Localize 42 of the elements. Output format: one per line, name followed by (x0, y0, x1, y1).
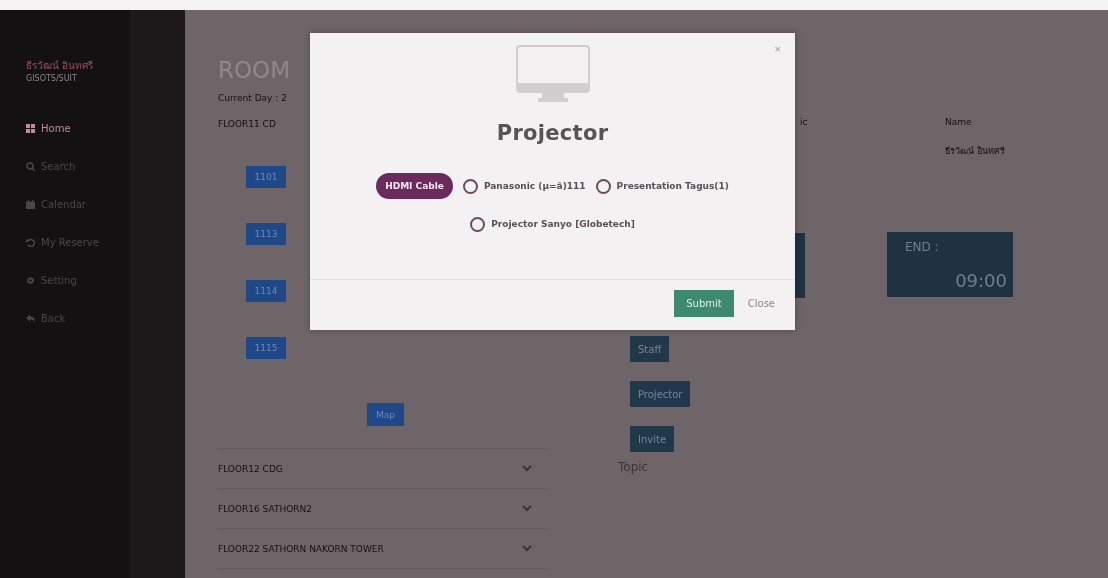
radio-option[interactable]: Presentation Tagus(1) (595, 173, 729, 199)
floor-label: FLOOR12 CDG (218, 463, 283, 474)
room-button[interactable]: 1114 (246, 280, 286, 302)
floor-row[interactable]: FLOOR12 CDG (218, 449, 548, 489)
reply-icon (26, 313, 35, 323)
end-time: 09:00 (955, 270, 1007, 291)
chevron-down-icon (522, 545, 532, 552)
radio-option[interactable]: Projector Sanyo [Globetech] (470, 211, 635, 237)
column-header: Name (945, 116, 972, 128)
room-button[interactable]: 1101 (246, 166, 286, 188)
user-name: ธีรวัฒน์ อินทศรี (26, 59, 95, 73)
room-button[interactable]: 1113 (246, 223, 286, 245)
chevron-down-icon (522, 505, 532, 512)
column-header: ic (800, 116, 808, 128)
current-day: Current Day : 2 (218, 92, 287, 104)
name-value: ธีรวัฒน์ อินทศรี (945, 145, 1005, 158)
user-group: GISOTS/SUIT (26, 74, 130, 83)
room-button[interactable]: 1115 (246, 337, 286, 359)
map-button[interactable]: Map (367, 403, 404, 426)
close-button[interactable]: Close (747, 298, 775, 309)
search-icon (26, 161, 35, 171)
gear-icon (26, 275, 35, 285)
submit-button[interactable]: Submit (674, 290, 734, 317)
close-button[interactable]: × (774, 43, 781, 55)
action-button[interactable]: Staff (630, 336, 670, 362)
floor-header[interactable]: FLOOR11 CD (218, 118, 276, 130)
history-icon (26, 237, 35, 247)
floor-label: FLOOR16 SATHORN2 (218, 503, 312, 514)
end-label: END : (905, 240, 940, 254)
modal-title: Projector (496, 121, 609, 145)
grid-icon (26, 123, 35, 133)
chevron-down-icon (522, 465, 532, 472)
floor-label: FLOOR22 SATHORN NAKORN TOWER (218, 543, 384, 554)
action-button[interactable]: Projector (630, 381, 691, 407)
floor-row[interactable]: FLOOR22 SATHORN NAKORN TOWER (218, 529, 548, 569)
monitor-icon (515, 45, 590, 103)
radio-option[interactable]: Panasonic (µ=â)111 (462, 173, 586, 199)
action-button[interactable]: Invite (630, 426, 675, 452)
floor-row[interactable]: FLOOR16 SATHORN2 (218, 489, 548, 529)
nav-item[interactable]: Home (0, 109, 130, 147)
option-chip[interactable]: HDMI Cable (376, 173, 453, 199)
calendar-icon (26, 199, 35, 209)
